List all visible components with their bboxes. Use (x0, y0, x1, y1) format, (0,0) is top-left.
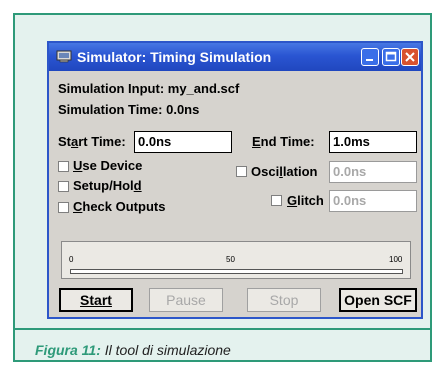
pause-button-label: Pause (166, 292, 206, 308)
open-scf-button-label: Open SCF (344, 292, 412, 308)
start-time-input[interactable]: 0.0ns (134, 131, 232, 153)
simulator-app-icon (56, 50, 72, 63)
use-device-label: Use Device (73, 158, 143, 173)
figure-caption: Figura 11: Il tool di simulazione (35, 342, 231, 358)
start-time-label: Start Time: (58, 134, 126, 149)
title-bar[interactable]: Simulator: Timing Simulation (49, 43, 421, 71)
open-scf-button[interactable]: Open SCF (339, 288, 417, 312)
caption-text: Il tool di simulazione (100, 342, 231, 358)
window-title: Simulator: Timing Simulation (77, 49, 272, 65)
end-time-input[interactable]: 1.0ms (329, 131, 417, 153)
oscillation-label: Oscillation (251, 164, 318, 179)
maximize-icon (385, 51, 397, 62)
end-time-label: End Time: (252, 134, 315, 149)
figure-frame: Simulator: Timing Simulation Simulation … (13, 13, 432, 362)
stop-button[interactable]: Stop (247, 288, 321, 312)
close-icon (405, 52, 415, 62)
glitch-checkbox[interactable] (271, 195, 282, 206)
progress-bar (70, 269, 403, 274)
oscillation-checkbox[interactable] (236, 166, 247, 177)
minimize-button[interactable] (361, 48, 379, 66)
stop-button-label: Stop (269, 292, 299, 308)
simulator-window: Simulator: Timing Simulation Simulation … (47, 41, 423, 319)
tick-label-100: 100 (389, 255, 403, 264)
setup-hold-label: Setup/Hold (73, 178, 142, 193)
minimize-icon (366, 59, 373, 61)
figure-number: Figura 11: (35, 342, 101, 358)
pause-button[interactable]: Pause (149, 288, 223, 312)
oscillation-input[interactable]: 0.0ns (329, 161, 417, 183)
start-button[interactable]: Start (59, 288, 133, 312)
simulation-input-label: Simulation Input: my_and.scf (58, 81, 240, 96)
setup-hold-checkbox[interactable] (58, 181, 69, 192)
check-outputs-label: Check Outputs (73, 199, 166, 214)
start-button-label: Start (80, 292, 112, 308)
glitch-label: Glitch (287, 193, 324, 208)
glitch-input[interactable]: 0.0ns (329, 190, 417, 212)
maximize-button[interactable] (382, 48, 400, 66)
progress-scale: 0 50 100 (69, 255, 403, 277)
caption-divider (15, 328, 430, 330)
tick-label-50: 50 (226, 255, 235, 264)
use-device-checkbox[interactable] (58, 161, 69, 172)
tick-label-0: 0 (69, 255, 74, 264)
check-outputs-checkbox[interactable] (58, 202, 69, 213)
close-button[interactable] (401, 48, 419, 66)
simulation-time-label: Simulation Time: 0.0ns (58, 102, 200, 117)
